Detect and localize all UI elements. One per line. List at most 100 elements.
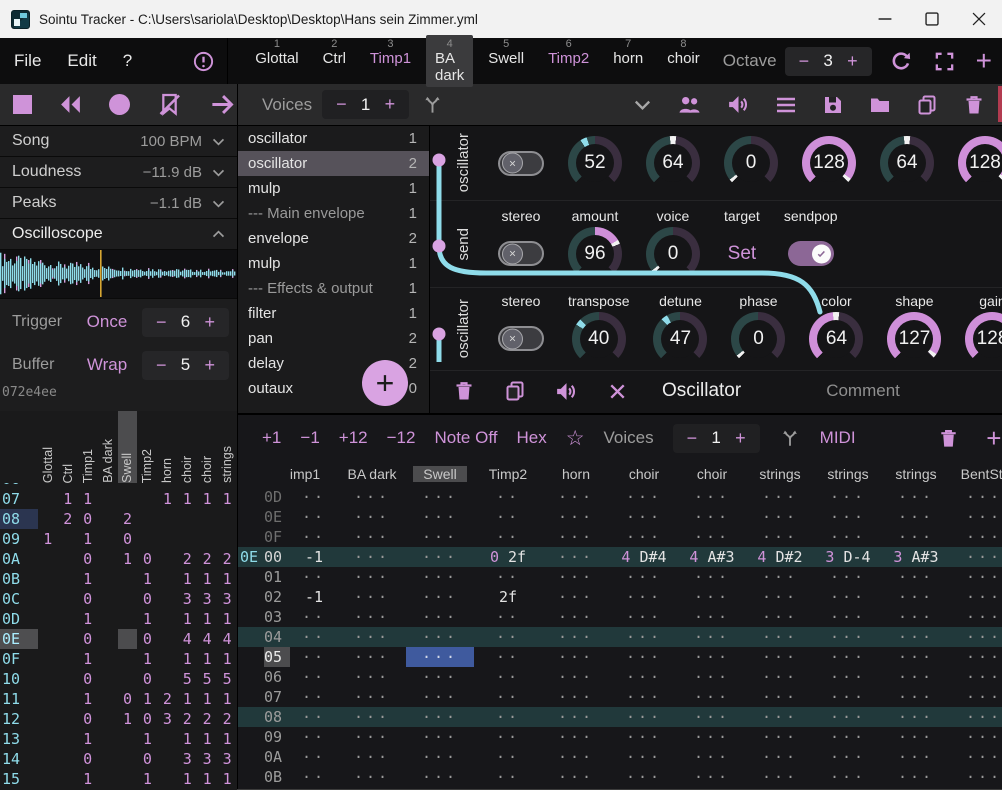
pattern-track-header[interactable]: Swell (406, 466, 474, 482)
hex-toggle[interactable]: Hex (516, 428, 546, 448)
menu-edit[interactable]: Edit (67, 51, 96, 71)
pattern-cell[interactable]: ··· (610, 627, 678, 647)
pattern-cell[interactable]: ·· (474, 507, 542, 527)
order-cell[interactable]: 0 (78, 549, 98, 569)
voice-knob[interactable]: 0 (646, 227, 700, 281)
loop-icon[interactable] (888, 49, 913, 74)
order-cell[interactable] (38, 489, 58, 509)
order-cell[interactable]: 1 (177, 769, 197, 789)
pattern-row-number[interactable]: 0B (264, 767, 290, 787)
pattern-cell[interactable]: ··· (542, 707, 610, 727)
order-cell[interactable] (38, 589, 58, 609)
pattern-cell[interactable]: ··· (882, 527, 950, 547)
order-cell[interactable] (58, 769, 78, 789)
order-cell[interactable] (58, 609, 78, 629)
stop-button[interactable] (13, 95, 32, 114)
pattern-cell[interactable]: ··· (814, 667, 882, 687)
pattern-cell[interactable]: ··· (678, 667, 746, 687)
order-cell[interactable]: 1 (197, 609, 217, 629)
split-track-icon[interactable] (779, 427, 801, 449)
pattern-cell[interactable]: ··· (814, 567, 882, 587)
order-cell[interactable]: 5 (177, 669, 197, 689)
pattern-cell[interactable]: ··· (542, 647, 610, 667)
pattern-cell[interactable]: 0 2f (474, 547, 542, 567)
pattern-cell[interactable]: ··· (338, 547, 406, 567)
order-cell[interactable]: 2 (177, 709, 197, 729)
pattern-cell[interactable]: ··· (678, 527, 746, 547)
order-cell[interactable] (157, 509, 177, 529)
order-cell[interactable]: 5 (197, 669, 217, 689)
pattern-cell[interactable]: ··· (338, 687, 406, 707)
order-cell[interactable]: 3 (217, 589, 237, 609)
pattern-cell[interactable]: ··· (950, 507, 1002, 527)
pattern-cell[interactable]: ··· (338, 527, 406, 547)
rewind-button[interactable] (58, 92, 83, 117)
pattern-row-number[interactable]: 03 (264, 607, 290, 627)
order-cell[interactable] (157, 629, 177, 649)
pattern-cell[interactable]: ··· (338, 747, 406, 767)
order-cell[interactable]: 0 (137, 549, 157, 569)
order-cell[interactable] (98, 569, 118, 589)
pattern-cell[interactable]: ··· (746, 727, 814, 747)
pattern-cell[interactable]: ··· (950, 567, 1002, 587)
voices-minus-button[interactable]: − (328, 94, 355, 115)
transpose-down-12[interactable]: −12 (387, 428, 416, 448)
fullscreen-icon[interactable] (933, 50, 956, 73)
pattern-cell[interactable]: ·· (290, 707, 338, 727)
pattern-cell[interactable]: ··· (678, 647, 746, 667)
order-cell[interactable]: 0 (78, 509, 98, 529)
order-cell[interactable] (98, 689, 118, 709)
menu-file[interactable]: File (14, 51, 41, 71)
order-cell[interactable] (38, 669, 58, 689)
order-cell[interactable]: 4 (217, 629, 237, 649)
order-cell[interactable] (118, 489, 138, 509)
order-cell[interactable]: 1 (78, 689, 98, 709)
order-cell[interactable]: 2 (197, 709, 217, 729)
pattern-cell[interactable]: -1 (290, 587, 338, 607)
order-cell[interactable]: 0 (78, 669, 98, 689)
order-cell[interactable] (137, 529, 157, 549)
pattern-cell[interactable]: ··· (610, 527, 678, 547)
order-cell[interactable] (157, 769, 177, 789)
order-track-header[interactable]: strings (217, 411, 237, 483)
order-cell[interactable]: 1 (137, 769, 157, 789)
shape-knob[interactable]: 127 (887, 312, 941, 366)
instrument-tab[interactable]: 4BA dark (426, 35, 473, 87)
trigger-plus-button[interactable]: + (196, 312, 223, 333)
unit-list-item[interactable]: envelope2 (238, 226, 429, 251)
pattern-voices-plus[interactable]: + (727, 428, 754, 449)
order-cell[interactable] (118, 669, 138, 689)
unit-list-item[interactable]: oscillator2 (238, 151, 429, 176)
instrument-tab[interactable]: 1Glottal (246, 35, 307, 87)
pattern-cell[interactable]: ··· (542, 587, 610, 607)
pattern-row-number[interactable]: 08 (264, 707, 290, 727)
order-cell[interactable]: 1 (78, 649, 98, 669)
order-cell[interactable]: 0 (78, 709, 98, 729)
order-cell[interactable] (38, 769, 58, 789)
delete-track-icon[interactable] (937, 427, 960, 450)
order-cell[interactable]: 0 (137, 589, 157, 609)
pattern-cell[interactable]: ··· (406, 767, 474, 787)
order-cell[interactable]: 1 (78, 729, 98, 749)
pattern-track-header[interactable]: BA dark (338, 466, 406, 482)
pattern-track-header[interactable]: Timp2 (474, 466, 542, 482)
order-cell[interactable] (98, 589, 118, 609)
order-cell[interactable] (58, 569, 78, 589)
pattern-cell[interactable]: ··· (950, 647, 1002, 667)
detune-knob[interactable]: 47 (653, 312, 707, 366)
order-cell[interactable] (58, 629, 78, 649)
pattern-cell[interactable]: ··· (882, 647, 950, 667)
buffer-minus-button[interactable]: − (148, 355, 175, 376)
pattern-row-number[interactable]: 00 (264, 547, 290, 567)
order-cell[interactable]: 1 (197, 649, 217, 669)
pattern-cell[interactable]: ··· (338, 667, 406, 687)
pattern-cell[interactable]: ··· (338, 567, 406, 587)
pattern-cell[interactable]: ··· (882, 507, 950, 527)
pattern-cell[interactable]: 4 A#3 (678, 547, 746, 567)
pattern-cell[interactable]: ··· (338, 587, 406, 607)
pattern-cell[interactable]: -1 (290, 547, 338, 567)
order-track-header[interactable]: BA dark (98, 411, 118, 483)
order-cell[interactable] (157, 729, 177, 749)
pattern-cell[interactable]: ··· (950, 727, 1002, 747)
order-cell[interactable]: 1 (177, 729, 197, 749)
